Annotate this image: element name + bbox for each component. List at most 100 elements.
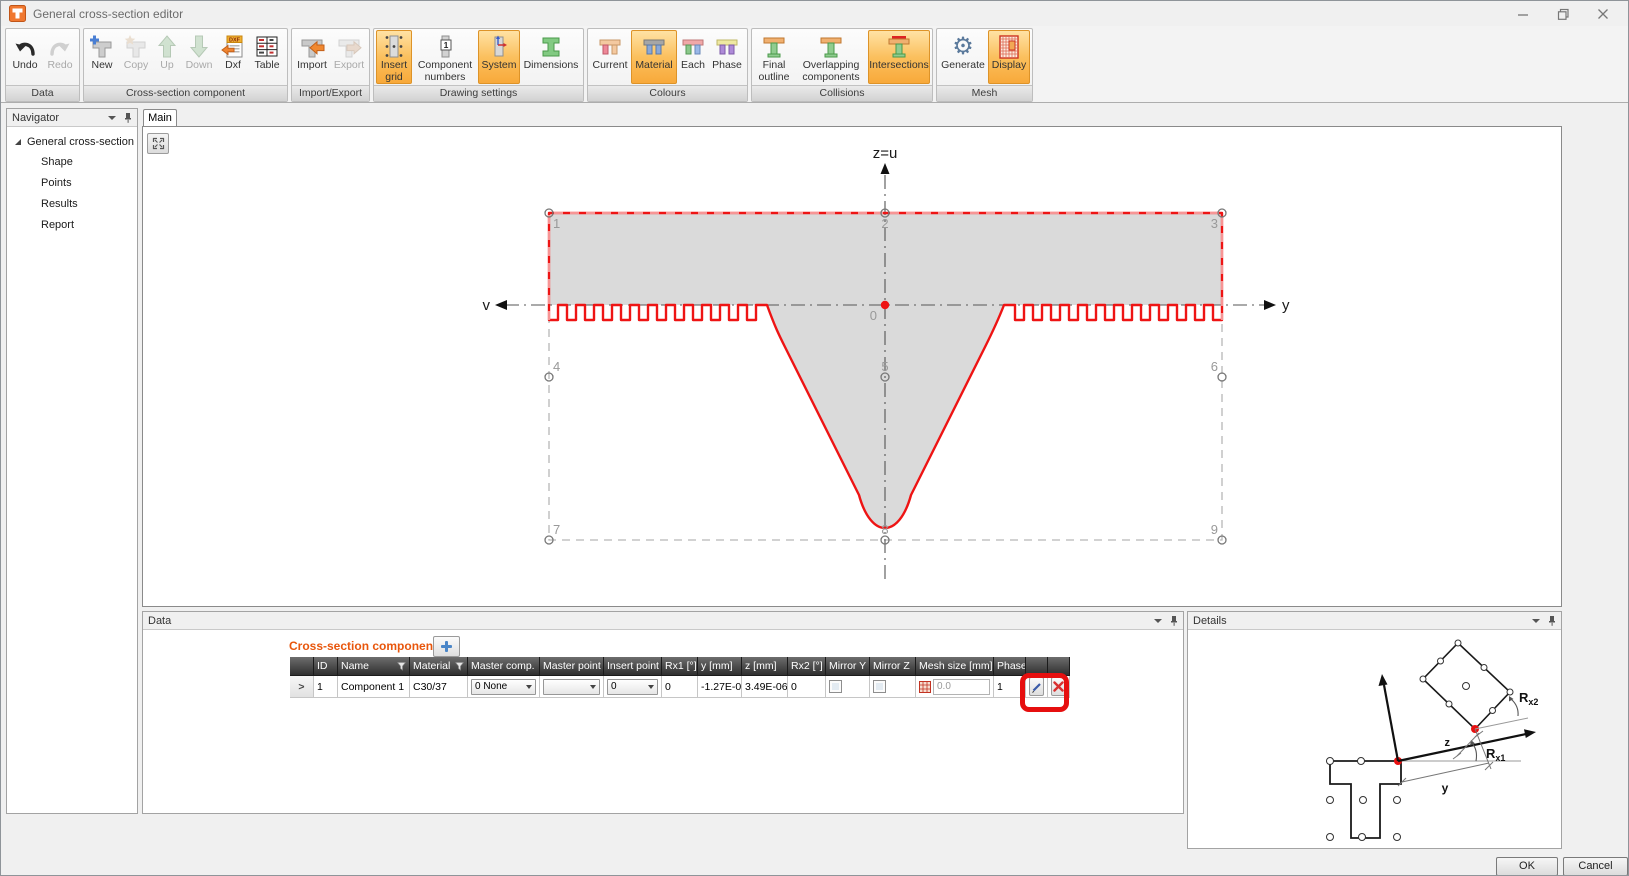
cell-rx1[interactable]: 0 (662, 676, 698, 698)
ok-button[interactable]: OK (1496, 857, 1558, 876)
header-mirror-z[interactable]: Mirror Z (870, 657, 916, 676)
cell-name[interactable]: Component 1 (338, 676, 410, 698)
colour-each-button[interactable]: Each (678, 30, 708, 84)
master-point-dropdown[interactable] (543, 679, 600, 695)
new-button[interactable]: New (86, 30, 118, 84)
row-selector[interactable]: > (290, 676, 314, 698)
chevron-down-icon[interactable] (1532, 619, 1540, 623)
dxf-button[interactable]: DXF Dxf (218, 30, 248, 84)
edit-component-button[interactable] (1029, 677, 1044, 696)
z-dim-label: z (1445, 737, 1451, 749)
redo-button[interactable]: Redo (43, 30, 77, 84)
colour-phase-icon (714, 33, 740, 60)
tree-item-report[interactable]: Report (7, 214, 137, 235)
header-material[interactable]: Material (410, 657, 468, 676)
pin-icon[interactable] (1548, 615, 1556, 626)
ribbon-group-cross-section-component: New Copy Up Down (83, 28, 288, 102)
system-toggle[interactable]: System (478, 30, 520, 84)
t-point (1394, 797, 1401, 804)
filter-funnel-icon[interactable] (397, 662, 406, 671)
insert-grid-toggle[interactable]: Insert grid (376, 30, 412, 84)
add-component-button[interactable] (433, 636, 460, 657)
mirror-z-checkbox[interactable] (873, 680, 886, 693)
grid-point-6[interactable] (1218, 373, 1226, 381)
navigator-tree: General cross-section Shape Points Resul… (7, 127, 137, 235)
minimize-button[interactable] (1508, 5, 1538, 23)
undo-button[interactable]: Undo (8, 30, 42, 84)
cell-rx2[interactable]: 0 (788, 676, 826, 698)
down-arrow-icon (189, 33, 209, 60)
overlapping-components-toggle[interactable]: Overlapping components (795, 30, 867, 84)
down-button[interactable]: Down (181, 30, 217, 84)
tab-main[interactable]: Main (143, 109, 177, 127)
header-name[interactable]: Name (338, 657, 410, 676)
colour-material-button[interactable]: Material (631, 30, 677, 84)
tree-item-points[interactable]: Points (7, 172, 137, 193)
header-rx1[interactable]: Rx1 [°] (662, 657, 698, 676)
display-mesh-toggle[interactable]: Display (988, 30, 1030, 84)
filter-funnel-icon[interactable] (455, 662, 464, 671)
table-row: > 1 Component 1 C30/37 0 None (290, 676, 1070, 698)
expand-view-button[interactable] (147, 133, 169, 154)
drawing-canvas[interactable]: z=u v y 1 2 3 4 5 6 (142, 126, 1562, 607)
header-rx2[interactable]: Rx2 [°] (788, 657, 826, 676)
dimensions-toggle[interactable]: Dimensions (521, 30, 581, 84)
v-axis-arrow (495, 300, 507, 310)
pencil-icon (1030, 681, 1043, 693)
chevron-down-icon[interactable] (1154, 619, 1162, 623)
component-numbers-toggle[interactable]: 1 Component numbers (413, 30, 477, 84)
header-y[interactable]: y [mm] (698, 657, 742, 676)
restore-button[interactable] (1548, 5, 1578, 23)
header-master-comp[interactable]: Master comp. (468, 657, 540, 676)
cell-z[interactable]: 3.49E-06 (742, 676, 788, 698)
table-button[interactable]: Table (249, 30, 285, 84)
export-button[interactable]: Export (331, 30, 367, 84)
generate-mesh-button[interactable]: ⚙ Generate (939, 30, 987, 84)
details-panel-title: Details (1193, 615, 1227, 627)
plus-icon (440, 640, 453, 653)
app-icon (9, 5, 26, 22)
t-point (1359, 834, 1366, 841)
tree-item-results[interactable]: Results (7, 193, 137, 214)
header-mesh-size[interactable]: Mesh size [mm] (916, 657, 994, 676)
header-master-point[interactable]: Master point (540, 657, 604, 676)
cell-material[interactable]: C30/37 (410, 676, 468, 698)
pin-icon[interactable] (124, 112, 132, 123)
square-point (1446, 701, 1452, 707)
tree-node-general-cross-section[interactable]: General cross-section (7, 133, 137, 151)
mirror-y-checkbox[interactable] (829, 680, 842, 693)
final-outline-toggle[interactable]: Final outline (754, 30, 794, 84)
cell-phase[interactable]: 1 (994, 676, 1026, 698)
header-z[interactable]: z [mm] (742, 657, 788, 676)
cancel-button[interactable]: Cancel (1563, 857, 1628, 876)
mesh-size-input[interactable]: 0.0 (933, 679, 990, 695)
header-insert-point[interactable]: Insert point (604, 657, 662, 676)
colour-current-button[interactable]: Current (590, 30, 630, 84)
master-comp-dropdown[interactable]: 0 None (471, 679, 536, 695)
up-button[interactable]: Up (154, 30, 180, 84)
colour-material-icon (641, 33, 667, 60)
insert-grid-icon (383, 33, 405, 60)
pin-icon[interactable] (1170, 615, 1178, 626)
header-phase[interactable]: Phase (994, 657, 1026, 676)
ribbon-group-collisions: Final outline Overlapping components Int… (751, 28, 933, 102)
copy-button[interactable]: Copy (119, 30, 153, 84)
t-point (1358, 758, 1365, 765)
header-mirror-y[interactable]: Mirror Y (826, 657, 870, 676)
tree-item-shape[interactable]: Shape (7, 151, 137, 172)
point-label: 9 (1211, 522, 1218, 537)
cell-mirror-z (870, 676, 916, 698)
chevron-down-icon[interactable] (108, 116, 116, 120)
cell-y[interactable]: -1.27E-06 (698, 676, 742, 698)
colour-phase-button[interactable]: Phase (709, 30, 745, 84)
intersections-toggle[interactable]: Intersections (868, 30, 930, 84)
navigator-title: Navigator (12, 112, 59, 124)
insert-point-dropdown[interactable]: 0 (607, 679, 658, 695)
point-label: 1 (553, 216, 560, 231)
t-point (1327, 797, 1334, 804)
close-button[interactable] (1588, 5, 1618, 23)
centroid-point[interactable] (881, 301, 889, 309)
delete-component-button[interactable] (1051, 677, 1066, 696)
header-id[interactable]: ID (314, 657, 338, 676)
import-button[interactable]: Import (294, 30, 330, 84)
